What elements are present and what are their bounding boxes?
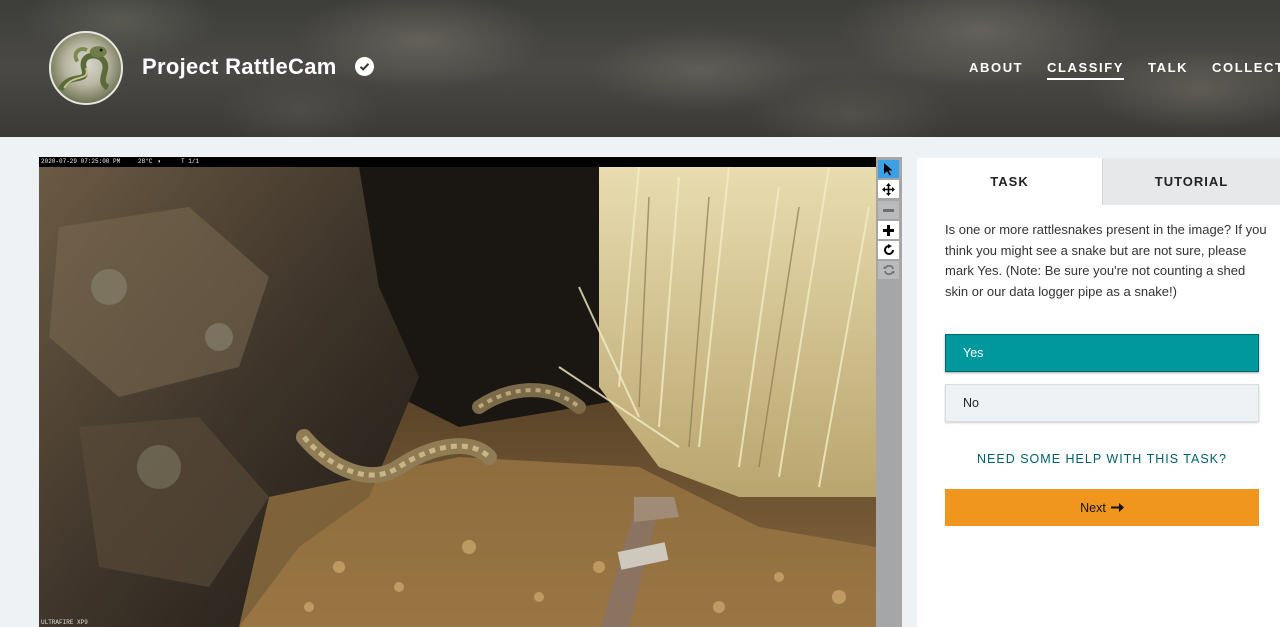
next-button[interactable]: Next — [945, 489, 1259, 526]
tab-tutorial[interactable]: TUTORIAL — [1102, 158, 1280, 205]
nav-classify[interactable]: CLASSIFY — [1047, 60, 1125, 80]
project-header: Project RattleCam ABOUT CLASSIFY TALK CO… — [0, 0, 1280, 137]
verified-check-icon — [355, 57, 374, 76]
task-help-link[interactable]: NEED SOME HELP WITH THIS TASK? — [945, 452, 1259, 466]
camera-frame-count: T 1/1 — [181, 158, 200, 165]
task-panel: TASK TUTORIAL Is one or more rattlesnake… — [917, 158, 1280, 627]
annotate-pointer-icon[interactable] — [878, 160, 899, 178]
camera-info-bar: 2020-07-29 07:25:00 PM 28°C ◑ T 1/1 — [39, 157, 876, 167]
nav-collect[interactable]: COLLECT — [1212, 60, 1280, 75]
zoom-in-icon[interactable] — [878, 221, 899, 239]
move-icon[interactable] — [878, 180, 899, 198]
zoom-out-icon[interactable] — [878, 201, 899, 219]
moon-phase-icon: ◑ — [157, 158, 161, 165]
task-question: Is one or more rattlesnakes present in t… — [945, 222, 1267, 299]
answer-yes-button[interactable]: Yes — [945, 334, 1259, 372]
answer-no-button[interactable]: No — [945, 384, 1259, 422]
rotate-icon[interactable] — [878, 241, 899, 259]
project-title[interactable]: Project RattleCam — [142, 54, 337, 80]
camera-model: ULTRAFIRE XP9 — [41, 619, 88, 626]
nav-about[interactable]: ABOUT — [969, 60, 1023, 75]
next-label: Next — [1080, 500, 1106, 515]
subject-photo — [39, 167, 876, 627]
subject-image-viewer[interactable]: 2020-07-29 07:25:00 PM 28°C ◑ T 1/1 ULTR… — [39, 157, 876, 627]
answer-label: No — [963, 396, 979, 410]
answer-label: Yes — [963, 346, 984, 360]
reset-icon[interactable] — [878, 261, 899, 279]
arrow-right-icon — [1110, 501, 1124, 515]
camera-timestamp: 2020-07-29 07:25:00 PM — [41, 158, 121, 165]
image-toolbar — [876, 157, 902, 627]
tab-task[interactable]: TASK — [917, 158, 1102, 205]
camera-temperature: 28°C — [138, 158, 153, 165]
nav-talk[interactable]: TALK — [1148, 60, 1188, 75]
rattlesnake-logo-icon[interactable] — [49, 31, 123, 105]
